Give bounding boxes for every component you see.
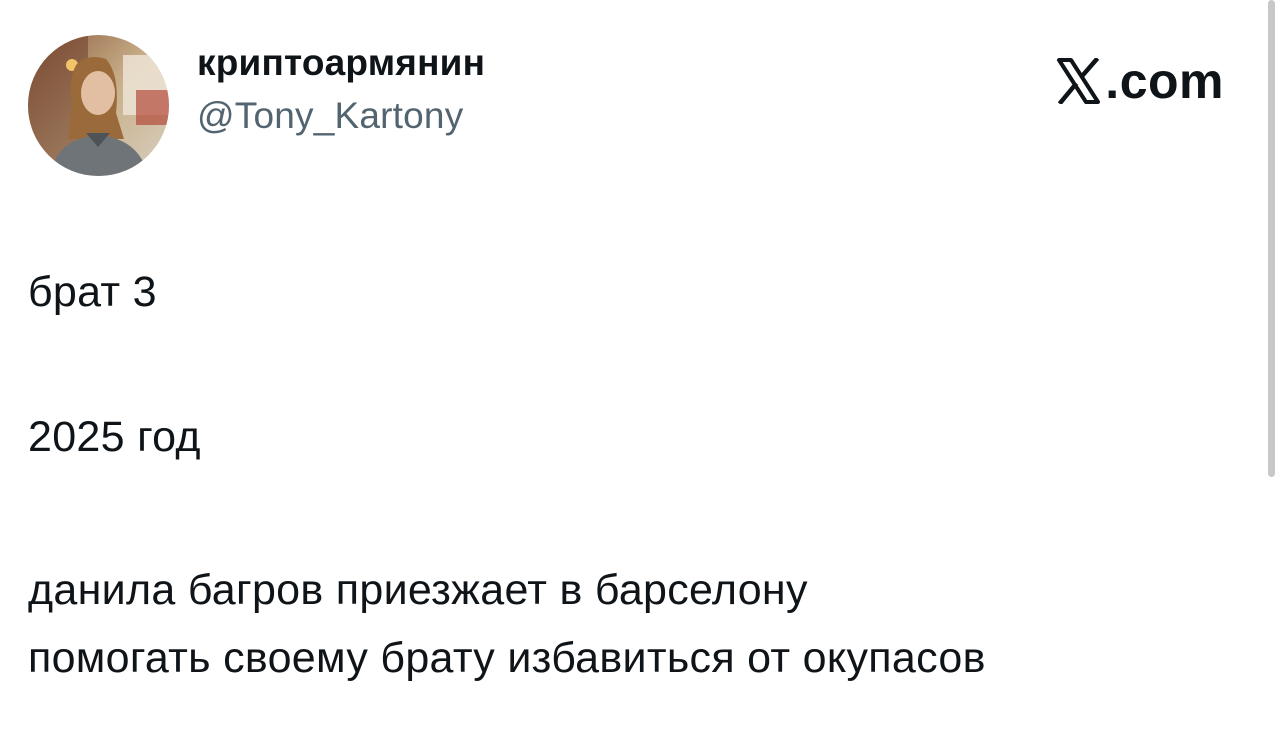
tweet-text-line: брат 3 [28,268,157,316]
avatar-image [28,35,169,176]
tweet-text-line: помогать своему брату избавиться от окуп… [28,634,986,682]
tweet-text-line: 2025 год [28,413,201,461]
tweet-card: криптоармянин @Tony_Kartony .com брат 3 … [0,0,1284,729]
avatar[interactable] [28,35,169,176]
tweet-text-line: данила багров приезжает в барселону [28,566,808,614]
author-identity: криптоармянин @Tony_Kartony [197,41,485,138]
brand-label: .com [1105,53,1224,109]
tweet-header: криптоармянин @Tony_Kartony [28,35,485,176]
scrollbar[interactable] [1268,0,1275,477]
author-display-name[interactable]: криптоармянин [197,41,485,85]
author-handle[interactable]: @Tony_Kartony [197,94,485,138]
brand-watermark: .com [1056,52,1224,110]
x-logo-icon [1057,58,1101,104]
